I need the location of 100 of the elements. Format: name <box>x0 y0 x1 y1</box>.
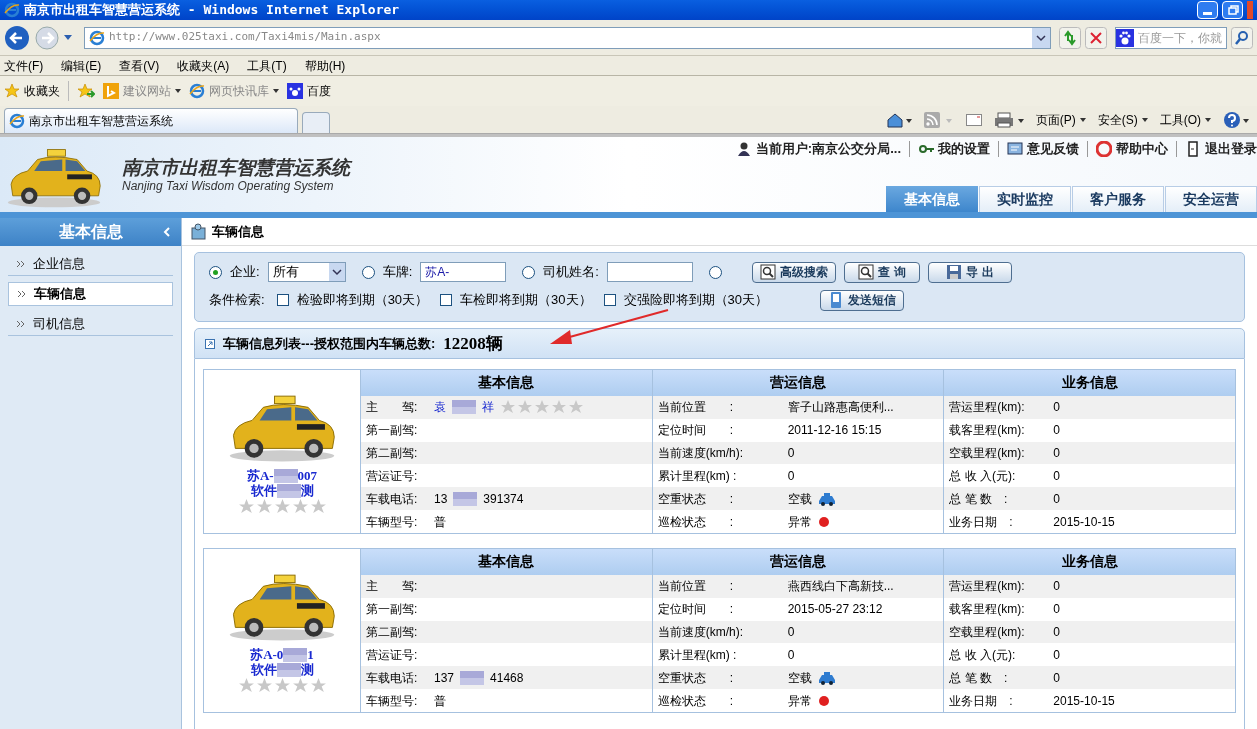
value-text: 空载 <box>787 669 812 687</box>
value-text: 13 <box>434 490 448 508</box>
add-favorite-icon[interactable] <box>77 83 95 99</box>
value-text: 0 <box>787 467 795 485</box>
dropdown-icon[interactable] <box>1032 27 1050 48</box>
radio-button[interactable] <box>522 265 536 279</box>
value-text: 2015-10-15 <box>1053 692 1115 710</box>
value-text: 0 <box>787 646 795 664</box>
value-text: 燕西线白下高新技... <box>787 578 894 596</box>
field-label: 载客里程(km): <box>949 601 1026 619</box>
radio-button[interactable] <box>361 265 375 279</box>
field-label: 第二副驾: <box>366 445 419 462</box>
user-icon <box>735 140 752 157</box>
field-label: 车辆型号: <box>366 513 419 531</box>
mail-icon[interactable] <box>965 114 982 126</box>
value-text: 2015-10-15 <box>1053 513 1115 531</box>
field-label: 第一副驾: <box>366 422 419 440</box>
text-field[interactable]: 苏A- <box>420 262 507 282</box>
favorites-button[interactable]: 收藏夹 <box>4 82 60 100</box>
toolbar-button[interactable]: 导 出 <box>927 261 1012 283</box>
star-icon <box>237 498 255 515</box>
star-icon <box>255 498 273 515</box>
command-menu[interactable]: 工具(O) <box>1159 111 1211 129</box>
toolbar-button[interactable]: 查 询 <box>843 261 920 283</box>
menu-item[interactable]: 文件(F) <box>4 56 44 75</box>
sidebar-item[interactable]: 车辆信息 <box>8 282 173 306</box>
nav-tab[interactable]: 实时监控 <box>979 186 1071 212</box>
header-link[interactable]: 意见反馈 <box>1007 139 1079 159</box>
value-text: 391374 <box>483 490 524 508</box>
value-text: 1 <box>307 647 314 662</box>
value-text: 2011-12-16 15:15 <box>787 422 882 440</box>
value-text: 测 <box>300 483 314 498</box>
app-subtitle: Nanjing Taxi Wisdom Operating System <box>122 179 335 193</box>
search-icon[interactable] <box>1231 26 1253 49</box>
redaction-mosaic <box>460 670 485 685</box>
value-text: 0 <box>1053 578 1061 596</box>
nav-tab[interactable]: 安全运营 <box>1165 186 1257 212</box>
menu-item[interactable]: 收藏夹(A) <box>177 56 230 75</box>
value-text: 袁 <box>434 399 446 417</box>
menu-item[interactable]: 查看(V) <box>119 56 160 75</box>
field-label: 营运里程(km): <box>949 399 1026 417</box>
value-text: 苏A-0 <box>250 647 284 662</box>
value-text: 007 <box>297 468 318 483</box>
checkbox[interactable] <box>603 294 616 306</box>
star-icon <box>237 677 255 694</box>
header-link[interactable]: 帮助中心 <box>1096 139 1168 159</box>
text-field[interactable] <box>606 262 693 282</box>
star-icon <box>273 677 291 694</box>
close-icon[interactable] <box>1085 26 1107 49</box>
breadcrumb: 车辆信息 <box>212 222 264 241</box>
favorites-link[interactable]: 百度 <box>287 82 331 100</box>
company-select[interactable]: 所有 <box>267 262 346 282</box>
sidebar-item[interactable]: 企业信息 <box>8 252 173 276</box>
value-text: 异常 <box>787 513 812 531</box>
window-title: 南京市出租车智慧营运系统 - Windows Internet Explorer <box>24 1 401 20</box>
menu-item[interactable]: 工具(T) <box>247 56 287 75</box>
section-title: 业务信息 <box>1061 373 1118 393</box>
star-icon <box>500 399 516 416</box>
nav-tab[interactable]: 客户服务 <box>1072 186 1164 212</box>
search-icon <box>858 264 875 280</box>
value-text: 祥 <box>482 399 494 417</box>
browser-tab[interactable]: 南京市出租车智慧营运系统 <box>4 108 298 133</box>
radio-button[interactable] <box>708 265 722 279</box>
value-text: 空载 <box>787 490 812 508</box>
star-icon <box>551 399 567 416</box>
car-icon <box>817 491 836 506</box>
feedback-icon <box>1007 140 1023 157</box>
menu-item[interactable]: 编辑(E) <box>61 56 102 75</box>
collapse-icon[interactable] <box>163 227 171 237</box>
header-link[interactable]: 当前用户:南京公交分局... <box>735 139 901 159</box>
status-dot-icon <box>817 515 830 528</box>
back-button[interactable] <box>4 24 30 51</box>
page-icon <box>89 29 105 46</box>
paw-icon <box>1116 28 1134 47</box>
command-menu[interactable]: 页面(P) <box>1035 111 1086 129</box>
home-icon[interactable] <box>885 112 912 128</box>
checkbox[interactable] <box>276 294 289 306</box>
search-field[interactable]: 百度一下，你就 <box>1115 26 1227 49</box>
star-icon <box>291 498 309 515</box>
address-field[interactable]: http://www.025taxi.com/Taxi4mis/Main.aspx <box>84 26 1051 49</box>
menu-item[interactable]: 帮助(H) <box>304 56 346 75</box>
printer-icon[interactable] <box>993 112 1024 128</box>
toolbar-button[interactable]: 高级搜索 <box>751 261 836 283</box>
chevron-icon <box>16 259 25 268</box>
filter-label: 条件检索: <box>209 291 265 310</box>
header-link[interactable]: 我的设置 <box>918 139 990 159</box>
field-label: 营运证号: <box>366 646 419 664</box>
header-link[interactable]: 退出登录 <box>1185 139 1257 159</box>
toolbar-button[interactable]: 发送短信 <box>820 289 905 311</box>
dropdown-icon[interactable] <box>64 34 72 41</box>
command-menu[interactable]: 安全(S) <box>1097 111 1148 129</box>
minimize-button[interactable] <box>1197 1 1218 19</box>
checkbox[interactable] <box>440 294 453 306</box>
radio-button[interactable] <box>209 265 222 279</box>
help-icon[interactable] <box>1223 111 1249 129</box>
restore-button[interactable] <box>1222 1 1243 19</box>
sidebar-item[interactable]: 司机信息 <box>8 312 173 336</box>
refresh-icon[interactable] <box>1059 26 1081 49</box>
redaction-mosaic <box>452 400 476 415</box>
browser-icon <box>9 113 25 129</box>
